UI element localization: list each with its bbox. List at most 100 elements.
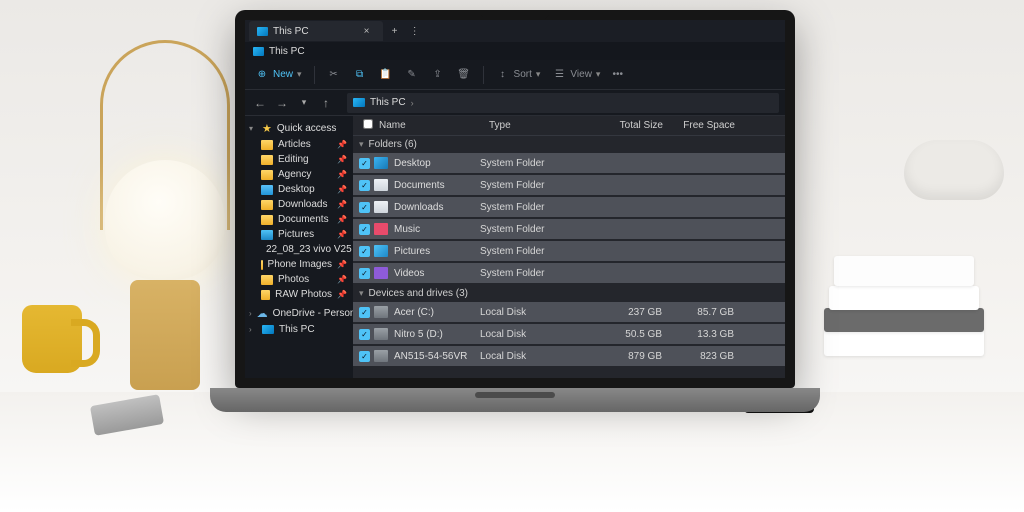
sidebar-onedrive[interactable]: › ☁ OneDrive - Personal xyxy=(245,305,353,322)
sidebar-item[interactable]: Documents📌 xyxy=(245,212,353,227)
delete-button[interactable]: 🗑 xyxy=(457,68,471,82)
drive-row[interactable]: ✓Acer (C:)Local Disk237 GB85.7 GB xyxy=(353,302,785,322)
item-name: AN515-54-56VR xyxy=(394,351,480,362)
navigation-bar: ← → ▾ ↑ This PC › xyxy=(245,90,785,116)
downloads-icon xyxy=(374,201,388,213)
column-header-name[interactable]: Name xyxy=(375,120,485,131)
folder-icon xyxy=(261,215,273,225)
view-icon: ☰ xyxy=(552,68,566,82)
sidebar-item[interactable]: Pictures📌 xyxy=(245,227,353,242)
cut-icon: ✂ xyxy=(327,68,341,82)
sidebar-item[interactable]: Photos📌 xyxy=(245,272,353,287)
row-checkbox[interactable]: ✓ xyxy=(359,307,370,318)
cut-button[interactable]: ✂ xyxy=(327,68,341,82)
column-header-row: Name Type Total Size Free Space xyxy=(353,116,785,136)
tab-this-pc[interactable]: This PC × xyxy=(249,21,383,41)
row-checkbox[interactable]: ✓ xyxy=(359,268,370,279)
folder-icon xyxy=(261,230,273,240)
group-header-folders[interactable]: ▾ Folders (6) xyxy=(353,136,785,153)
tab-overflow-button[interactable]: ⋮ xyxy=(407,26,423,37)
sidebar-item[interactable]: 22_08_23 vivo V25 P📌 xyxy=(245,242,353,257)
rename-button[interactable]: ✎ xyxy=(405,68,419,82)
folder-row[interactable]: ✓VideosSystem Folder xyxy=(353,263,785,283)
close-tab-button[interactable]: × xyxy=(359,26,375,37)
sidebar-item[interactable]: Phone Images📌 xyxy=(245,257,353,272)
column-header-type[interactable]: Type xyxy=(485,120,595,131)
item-total-size: 879 GB xyxy=(590,351,662,362)
this-pc-icon xyxy=(353,98,365,107)
sidebar-item[interactable]: Desktop📌 xyxy=(245,182,353,197)
pin-icon: 📌 xyxy=(337,260,349,269)
share-button[interactable]: ⇪ xyxy=(431,68,445,82)
this-pc-icon xyxy=(253,47,264,56)
item-name: Music xyxy=(394,224,480,235)
folder-icon xyxy=(261,260,263,270)
copy-icon: ⧉ xyxy=(353,68,367,82)
pin-icon: 📌 xyxy=(337,275,349,284)
chevron-right-icon[interactable]: › xyxy=(249,325,257,334)
breadcrumb[interactable]: This PC xyxy=(370,97,406,108)
item-type: System Folder xyxy=(480,268,590,279)
address-bar[interactable]: This PC › xyxy=(347,93,779,113)
sidebar-quick-access[interactable]: ▾ ★ Quick access xyxy=(245,120,353,137)
desktop-icon xyxy=(374,157,388,169)
copy-button[interactable]: ⧉ xyxy=(353,68,367,82)
row-checkbox[interactable]: ✓ xyxy=(359,329,370,340)
toolbar: ⊕ New ▾ ✂ ⧉ 📋 ✎ ⇪ 🗑 ↕ Sort ▾ ☰ xyxy=(245,60,785,90)
select-all-checkbox[interactable] xyxy=(363,119,373,129)
item-type: Local Disk xyxy=(480,329,590,340)
chevron-down-icon[interactable]: ▾ xyxy=(249,124,257,133)
folder-row[interactable]: ✓DesktopSystem Folder xyxy=(353,153,785,173)
view-button[interactable]: ☰ View ▾ xyxy=(552,68,600,82)
folder-row[interactable]: ✓PicturesSystem Folder xyxy=(353,241,785,261)
sidebar-this-pc[interactable]: › This PC xyxy=(245,322,353,337)
pin-icon: 📌 xyxy=(337,290,349,299)
row-checkbox[interactable]: ✓ xyxy=(359,224,370,235)
drive-row[interactable]: ✓Nitro 5 (D:)Local Disk50.5 GB13.3 GB xyxy=(353,324,785,344)
drive-icon xyxy=(374,306,388,318)
row-checkbox[interactable]: ✓ xyxy=(359,351,370,362)
forward-button[interactable]: → xyxy=(273,96,291,110)
pin-icon: 📌 xyxy=(337,215,349,224)
group-header-drives[interactable]: ▾ Devices and drives (3) xyxy=(353,285,785,302)
folder-icon xyxy=(261,185,273,195)
more-button[interactable]: ••• xyxy=(612,69,623,80)
row-checkbox[interactable]: ✓ xyxy=(359,180,370,191)
new-tab-button[interactable]: + xyxy=(387,26,403,37)
sidebar-item[interactable]: Agency📌 xyxy=(245,167,353,182)
folder-row[interactable]: ✓DocumentsSystem Folder xyxy=(353,175,785,195)
back-button[interactable]: ← xyxy=(251,96,269,110)
drive-icon xyxy=(374,350,388,362)
row-checkbox[interactable]: ✓ xyxy=(359,202,370,213)
tab-bar: This PC × + ⋮ xyxy=(245,20,785,42)
column-header-total-size[interactable]: Total Size xyxy=(595,120,667,131)
sidebar-item-label: Downloads xyxy=(278,199,327,210)
this-pc-icon xyxy=(262,325,274,334)
folder-row[interactable]: ✓DownloadsSystem Folder xyxy=(353,197,785,217)
folder-row[interactable]: ✓MusicSystem Folder xyxy=(353,219,785,239)
sidebar-item[interactable]: Downloads📌 xyxy=(245,197,353,212)
sidebar-item-label: Agency xyxy=(278,169,311,180)
rename-icon: ✎ xyxy=(405,68,419,82)
row-checkbox[interactable]: ✓ xyxy=(359,246,370,257)
up-button[interactable]: ↑ xyxy=(317,96,335,110)
sort-button[interactable]: ↕ Sort ▾ xyxy=(496,68,541,82)
sidebar-item[interactable]: Editing📌 xyxy=(245,152,353,167)
sidebar-item-label: Articles xyxy=(278,139,311,150)
new-button[interactable]: ⊕ New ▾ xyxy=(255,68,302,82)
secondary-tabstrip: This PC xyxy=(245,42,785,60)
file-explorer-window: This PC × + ⋮ This PC ⊕ New ▾ ✂ xyxy=(245,20,785,378)
recent-locations-button[interactable]: ▾ xyxy=(295,97,313,108)
star-icon: ★ xyxy=(262,122,272,135)
sidebar-item[interactable]: Articles📌 xyxy=(245,137,353,152)
sidebar-item[interactable]: RAW Photos 📌 xyxy=(245,287,353,302)
drive-row[interactable]: ✓AN515-54-56VRLocal Disk879 GB823 GB xyxy=(353,346,785,366)
row-checkbox[interactable]: ✓ xyxy=(359,158,370,169)
column-header-free-space[interactable]: Free Space xyxy=(667,120,739,131)
sidebar-item-label: RAW Photos xyxy=(275,289,332,300)
paste-button[interactable]: 📋 xyxy=(379,68,393,82)
cloud-icon: ☁ xyxy=(257,307,268,320)
item-name: Downloads xyxy=(394,202,480,213)
item-type: Local Disk xyxy=(480,307,590,318)
chevron-right-icon[interactable]: › xyxy=(249,309,252,318)
